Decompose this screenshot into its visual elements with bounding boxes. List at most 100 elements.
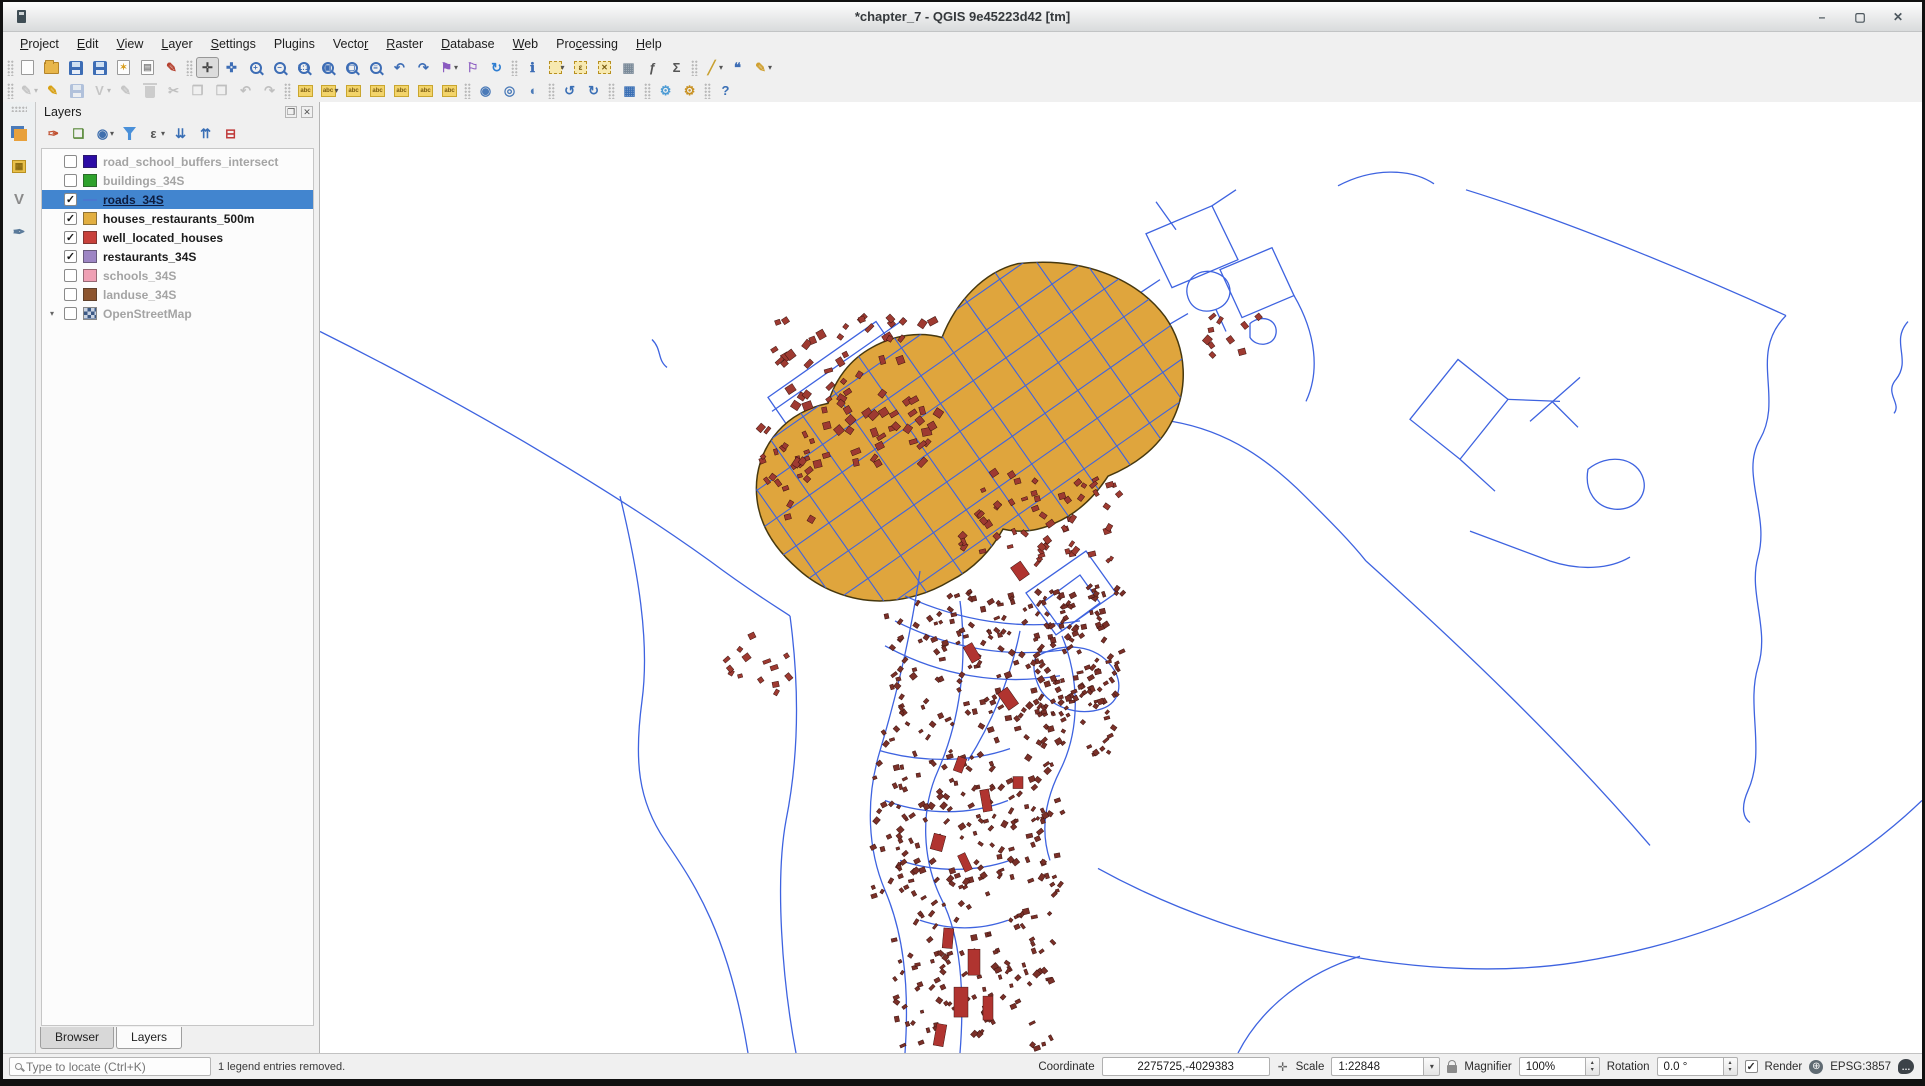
pan-to-selection-button[interactable]: ✜ (220, 57, 243, 78)
data-source-manager-button[interactable] (8, 123, 31, 144)
tab-layers[interactable]: Layers (116, 1027, 182, 1049)
toolbar-drag-handle[interactable] (7, 83, 14, 99)
layer-item-road_school_buffers_intersect[interactable]: road_school_buffers_intersect (42, 152, 313, 171)
dropdown-caret-icon[interactable]: ▾ (34, 86, 38, 95)
map-tips-button[interactable]: ❝ (726, 57, 749, 78)
show-spatial-bookmarks-button[interactable]: ⚐ (461, 57, 484, 78)
dropdown-caret-icon[interactable]: ▾ (719, 63, 723, 72)
dropdown-caret-icon[interactable]: ▾ (561, 63, 565, 72)
toolbar-drag-handle[interactable] (11, 106, 27, 112)
maximize-button[interactable]: ▢ (1852, 9, 1868, 25)
select-features-button[interactable]: ▾ (545, 57, 568, 78)
menu-settings[interactable]: Settings (202, 34, 265, 54)
zoom-native-button[interactable]: 1:1 (292, 57, 315, 78)
locate-search[interactable] (9, 1057, 211, 1076)
zoom-last-button[interactable]: ↶ (388, 57, 411, 78)
new-spatial-bookmark-button[interactable]: ⚑▾ (436, 57, 460, 78)
lock-scale-icon[interactable] (1447, 1065, 1457, 1073)
extents-toggle-icon[interactable]: ✛ (1277, 1060, 1289, 1074)
deselect-features-button[interactable]: ✕ (593, 57, 616, 78)
field-calculator-button[interactable]: ƒ (641, 57, 664, 78)
select-by-expression-button[interactable]: ε (569, 57, 592, 78)
rotation-spinbox[interactable]: 0.0 ° (1657, 1057, 1723, 1076)
help-button[interactable]: ? (714, 80, 737, 101)
processing-redo-button[interactable]: ↻ (582, 80, 605, 101)
layer-item-schools_34S[interactable]: schools_34S (42, 266, 313, 285)
coordinate-input[interactable]: 2275725,-4029383 (1102, 1057, 1270, 1076)
add-group-button[interactable]: ❏ (67, 123, 90, 144)
save-project-as-button[interactable] (88, 57, 111, 78)
scale-dropdown-icon[interactable]: ▾ (1423, 1057, 1440, 1076)
manage-map-themes-button[interactable]: ◉▾ (92, 123, 116, 144)
close-panel-icon[interactable]: ✕ (301, 106, 313, 118)
save-project-button[interactable] (64, 57, 87, 78)
move-label-button[interactable]: abc (390, 80, 413, 101)
dropdown-caret-icon[interactable]: ▾ (335, 86, 339, 95)
zoom-next-button[interactable]: ↷ (412, 57, 435, 78)
filter-legend-button[interactable] (118, 123, 141, 144)
zoom-in-button[interactable]: + (244, 57, 267, 78)
float-panel-icon[interactable]: ❐ (285, 106, 297, 118)
layer-checkbox[interactable]: ✓ (64, 250, 77, 263)
processing-toolbox-button[interactable]: ⚙ (654, 80, 677, 101)
minimize-button[interactable]: – (1814, 9, 1830, 25)
toolbar-drag-handle[interactable] (7, 60, 14, 76)
layer-item-well_located_houses[interactable]: ✓well_located_houses (42, 228, 313, 247)
expand-all-button[interactable]: ⇊ (169, 123, 192, 144)
locate-input[interactable] (26, 1060, 196, 1074)
close-button[interactable]: ✕ (1890, 9, 1906, 25)
crs-status[interactable]: EPSG:3857 (1830, 1061, 1891, 1073)
layer-item-restaurants_34S[interactable]: ✓restaurants_34S (42, 247, 313, 266)
layer-item-OpenStreetMap[interactable]: ▾OpenStreetMap (42, 304, 313, 323)
data-grid-button[interactable]: ▦ (618, 80, 641, 101)
new-annotation-button[interactable]: ✎▾ (750, 57, 774, 78)
show-layout-manager-button[interactable]: ▤ (136, 57, 159, 78)
processing-history-button[interactable]: ↺ (558, 80, 581, 101)
dropdown-caret-icon[interactable]: ▾ (768, 63, 772, 72)
change-label-button[interactable]: abc (438, 80, 461, 101)
zoom-to-layer-button[interactable]: ≡ (364, 57, 387, 78)
pan-map-button[interactable]: ✛ (196, 57, 219, 78)
refresh-map-button[interactable]: ↻ (485, 57, 508, 78)
measure-button[interactable]: ╱▾ (701, 57, 725, 78)
dropdown-caret-icon[interactable]: ▾ (454, 63, 458, 72)
layer-item-landuse_34S[interactable]: landuse_34S (42, 285, 313, 304)
new-project-button[interactable] (16, 57, 39, 78)
style-manager-button[interactable]: ✎ (160, 57, 183, 78)
nominatim-search-button[interactable]: ◐ (522, 80, 545, 101)
menu-view[interactable]: View (107, 34, 152, 54)
menu-vector[interactable]: Vector (324, 34, 377, 54)
zoom-to-selection-button[interactable]: ▢ (340, 57, 363, 78)
rotation-spin-buttons[interactable]: ▴▾ (1723, 1057, 1738, 1076)
dropdown-caret-icon[interactable]: ▾ (110, 129, 114, 138)
render-checkbox[interactable]: ✓ (1745, 1060, 1758, 1073)
layer-checkbox[interactable] (64, 155, 77, 168)
menu-help[interactable]: Help (627, 34, 671, 54)
menu-processing[interactable]: Processing (547, 34, 627, 54)
statistical-summary-button[interactable]: Σ (665, 57, 688, 78)
dropdown-caret-icon[interactable]: ▾ (161, 129, 165, 138)
layer-checkbox[interactable] (64, 288, 77, 301)
menu-plugins[interactable]: Plugins (265, 34, 324, 54)
layer-labeling-options-button[interactable]: abc▾ (318, 80, 341, 101)
identify-features-button[interactable]: ℹ (521, 57, 544, 78)
layer-checkbox[interactable]: ✓ (64, 212, 77, 225)
zoom-out-button[interactable]: − (268, 57, 291, 78)
collapse-all-button[interactable]: ⇈ (194, 123, 217, 144)
map-canvas[interactable] (320, 102, 1922, 1053)
dropdown-caret-icon[interactable]: ▾ (107, 86, 111, 95)
open-project-button[interactable] (40, 57, 63, 78)
expander-icon[interactable]: ▾ (46, 309, 58, 318)
layer-labeling-button[interactable]: abc (294, 80, 317, 101)
menu-raster[interactable]: Raster (377, 34, 432, 54)
new-shapefile-layer-button[interactable]: ✒ (8, 222, 31, 243)
remove-layer-button[interactable]: ⊟ (219, 123, 242, 144)
open-attribute-table-button[interactable]: ▦ (617, 57, 640, 78)
rotate-label-button[interactable]: abc (414, 80, 437, 101)
layer-checkbox[interactable] (64, 269, 77, 282)
layer-checkbox[interactable]: ✓ (64, 231, 77, 244)
map-theme-button[interactable]: ◎ (498, 80, 521, 101)
zoom-full-button[interactable]: ▣ (316, 57, 339, 78)
layer-checkbox[interactable] (64, 307, 77, 320)
menu-web[interactable]: Web (504, 34, 547, 54)
